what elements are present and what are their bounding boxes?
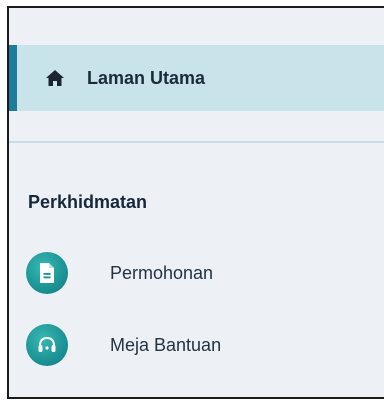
divider xyxy=(9,141,384,143)
section-title-services: Perkhidmatan xyxy=(28,192,148,212)
sidebar-panel: Laman Utama Perkhidmatan Permohonan Meja… xyxy=(7,6,384,399)
sidebar-item-label: Permohonan xyxy=(110,262,214,283)
nav-item-home-label: Laman Utama xyxy=(87,67,206,88)
headset-icon xyxy=(26,324,68,366)
document-icon xyxy=(26,252,68,294)
home-icon xyxy=(45,68,65,88)
sidebar-item-permohonan[interactable]: Permohonan xyxy=(26,248,366,298)
sidebar-item-meja-bantuan[interactable]: Meja Bantuan xyxy=(26,320,366,370)
sidebar-item-label: Meja Bantuan xyxy=(110,334,222,355)
nav-item-home[interactable]: Laman Utama xyxy=(9,45,384,111)
